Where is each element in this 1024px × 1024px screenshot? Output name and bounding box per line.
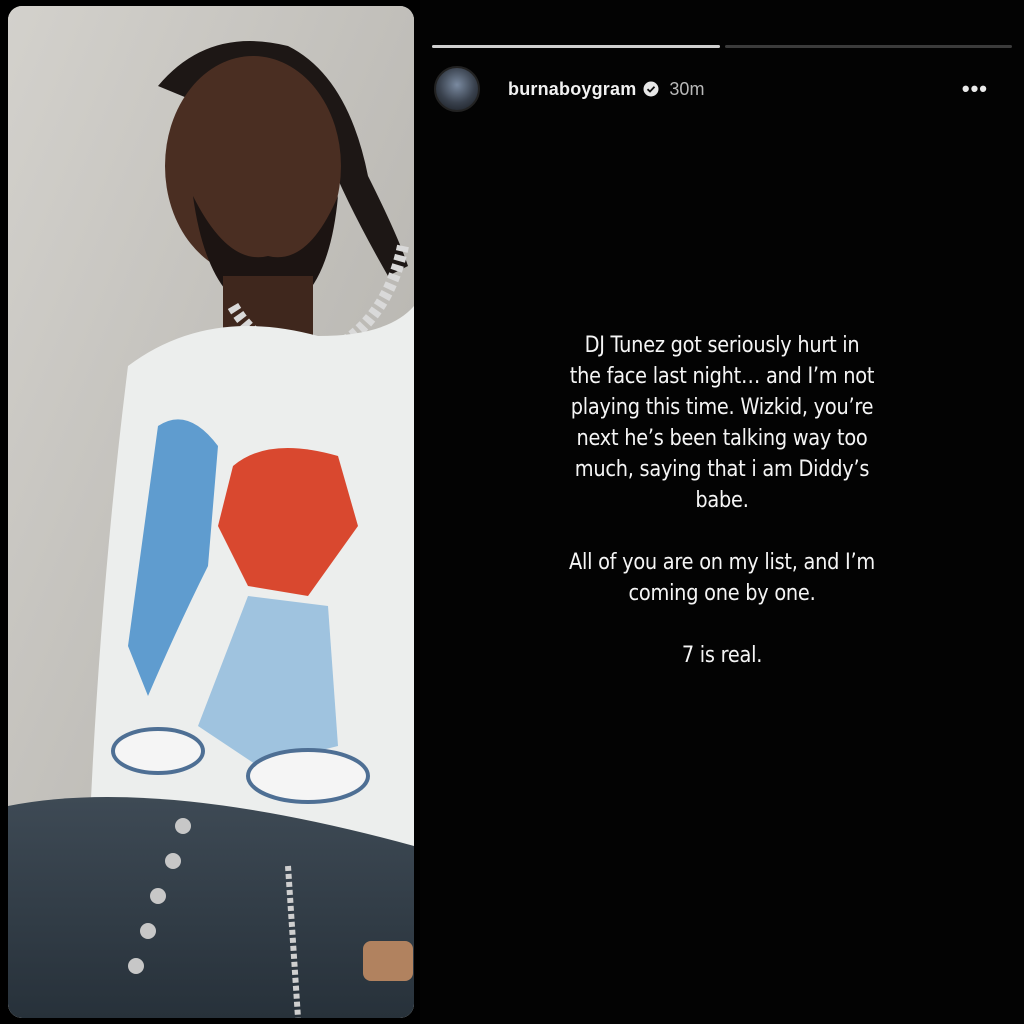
caption-paragraph: DJ Tunez got seriously hurt in the face …	[462, 330, 981, 516]
caption-line: next he’s been talking way too	[576, 425, 868, 451]
username[interactable]: burnaboygram	[508, 79, 636, 100]
caption-line: DJ Tunez got seriously hurt in	[584, 332, 860, 358]
caption-paragraph: 7 is real.	[462, 640, 981, 671]
progress-segment	[432, 45, 720, 48]
caption-line: 7 is real.	[681, 642, 763, 668]
verified-badge-icon	[643, 81, 659, 97]
caption-line: the face last night… and I’m not	[569, 363, 875, 389]
caption-line: much, saying that i am Diddy’s	[574, 456, 870, 482]
more-options-icon[interactable]: •••	[962, 76, 988, 102]
caption-line: All of you are on my list, and I’m	[568, 549, 875, 575]
caption-line: coming one by one.	[628, 580, 816, 606]
caption-line: playing this time. Wizkid, you’re	[570, 394, 874, 420]
story-photo	[8, 6, 414, 1018]
caption-line: babe.	[695, 487, 749, 513]
person-photo-illustration	[8, 6, 414, 1018]
caption-paragraph: All of you are on my list, and I’m comin…	[462, 547, 981, 609]
story-header: burnaboygram 30m •••	[434, 64, 1010, 114]
story-caption: DJ Tunez got seriously hurt in the face …	[462, 330, 981, 702]
post-time: 30m	[669, 78, 705, 99]
profile-avatar[interactable]	[434, 66, 480, 112]
progress-segment	[724, 45, 1012, 48]
story-viewer: burnaboygram 30m ••• DJ Tunez got seriou…	[420, 0, 1024, 1024]
story-progress-bars	[432, 45, 1012, 48]
